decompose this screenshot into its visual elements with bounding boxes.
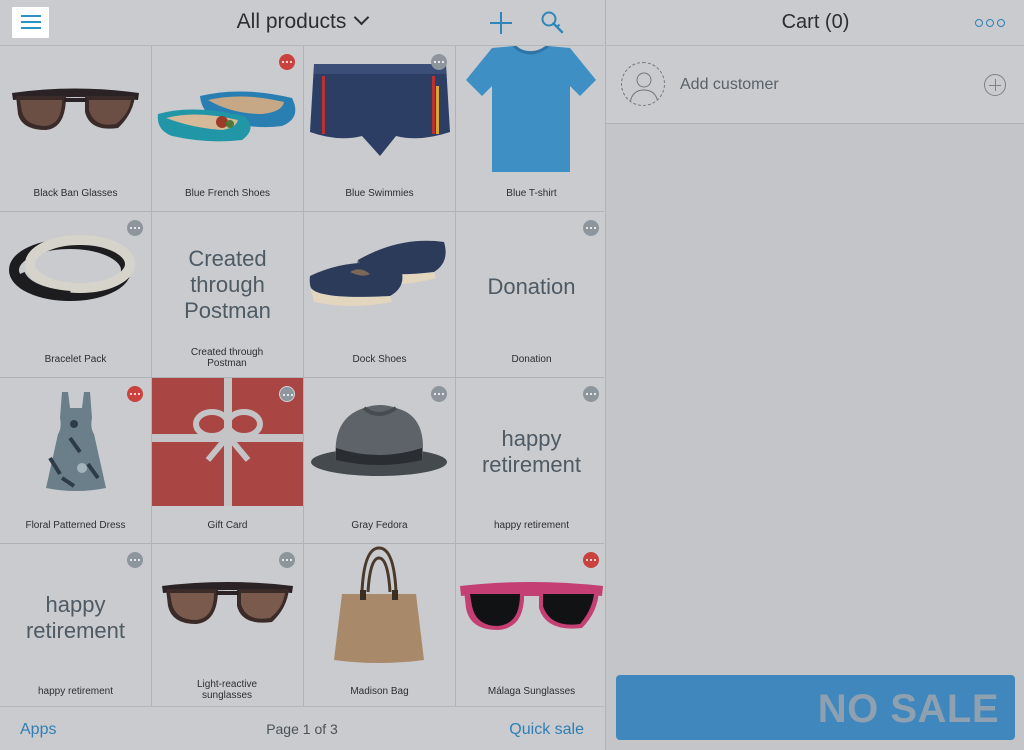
placeholder-text: Created through Postman bbox=[184, 246, 271, 323]
more-options-icon[interactable] bbox=[279, 552, 295, 568]
product-tile[interactable]: Dock Shoes bbox=[304, 212, 455, 377]
product-name: Gift Card bbox=[207, 520, 248, 531]
product-tile[interactable]: Bracelet Pack bbox=[0, 212, 151, 377]
product-tile[interactable]: Black Ban Glasses bbox=[0, 46, 151, 211]
more-options-icon[interactable] bbox=[127, 386, 143, 402]
more-options-icon[interactable] bbox=[583, 386, 599, 402]
more-options-icon[interactable] bbox=[127, 552, 143, 568]
more-options-icon[interactable] bbox=[583, 220, 599, 236]
products-footer: Apps Page 1 of 3 Quick sale bbox=[0, 706, 604, 750]
more-options-icon[interactable] bbox=[279, 54, 295, 70]
no-sale-label: NO SALE bbox=[817, 687, 999, 731]
product-name: Bracelet Pack bbox=[44, 354, 107, 365]
product-tile[interactable]: Created through Postman Created through … bbox=[152, 212, 303, 377]
product-tile[interactable]: Blue Swimmies bbox=[304, 46, 455, 211]
product-image bbox=[304, 544, 455, 672]
product-tile[interactable]: happy retirement happy retirement bbox=[456, 378, 607, 543]
add-customer-row[interactable]: Add customer bbox=[606, 46, 1024, 124]
placeholder-text: happy retirement bbox=[481, 426, 582, 477]
product-tile[interactable]: Blue French Shoes bbox=[152, 46, 303, 211]
more-options-icon[interactable] bbox=[583, 552, 599, 568]
chevron-down-icon bbox=[354, 9, 370, 26]
product-tile[interactable]: Gray Fedora bbox=[304, 378, 455, 543]
product-grid: Black Ban Glasses Blue French Shoes Blue… bbox=[0, 46, 607, 709]
product-name: Dock Shoes bbox=[352, 354, 407, 365]
product-image bbox=[0, 46, 151, 174]
placeholder-text: happy retirement bbox=[25, 592, 126, 643]
product-tile[interactable]: happy retirement happy retirement bbox=[0, 544, 151, 709]
more-options-icon[interactable] bbox=[431, 54, 447, 70]
product-name: Black Ban Glasses bbox=[33, 188, 118, 199]
product-pane: All products Black Ban Glasses Blue Fren… bbox=[0, 0, 607, 750]
product-name: happy retirement bbox=[493, 520, 570, 531]
product-name: Light-reactive sunglasses bbox=[196, 679, 258, 701]
product-image bbox=[456, 46, 607, 174]
product-tile[interactable]: Madison Bag bbox=[304, 544, 455, 709]
quick-sale-link[interactable]: Quick sale bbox=[509, 721, 584, 739]
product-name: Gray Fedora bbox=[351, 520, 408, 531]
product-name: Blue T-shirt bbox=[506, 188, 557, 199]
avatar-placeholder-icon bbox=[621, 62, 665, 106]
more-options-icon[interactable] bbox=[975, 17, 1005, 29]
product-name: happy retirement bbox=[37, 686, 114, 697]
product-name: Donation bbox=[511, 354, 552, 365]
product-tile[interactable]: Light-reactive sunglasses bbox=[152, 544, 303, 709]
product-name: Blue Swimmies bbox=[345, 188, 414, 199]
more-options-icon[interactable] bbox=[279, 386, 295, 402]
product-name: Madison Bag bbox=[350, 686, 409, 697]
plus-icon[interactable] bbox=[488, 10, 514, 36]
placeholder-text: Donation bbox=[487, 274, 576, 299]
more-options-icon[interactable] bbox=[431, 386, 447, 402]
product-tile[interactable]: Donation Donation bbox=[456, 212, 607, 377]
cart-pane: Cart (0) Add customer NO SALE bbox=[605, 0, 1024, 750]
product-name: Floral Patterned Dress bbox=[25, 520, 126, 531]
add-customer-label: Add customer bbox=[680, 76, 779, 93]
no-sale-button[interactable]: NO SALE bbox=[616, 675, 1015, 740]
cart-title: Cart (0) bbox=[781, 11, 850, 33]
product-tile[interactable]: Gift Card bbox=[152, 378, 303, 543]
product-name: Málaga Sunglasses bbox=[487, 686, 576, 697]
product-name: Blue French Shoes bbox=[184, 188, 271, 199]
search-icon[interactable] bbox=[540, 10, 566, 36]
add-circle-icon[interactable] bbox=[984, 74, 1006, 96]
products-topbar: All products bbox=[0, 0, 604, 46]
product-name: Created through Postman bbox=[190, 347, 264, 369]
cart-header: Cart (0) bbox=[606, 0, 1024, 46]
more-options-icon[interactable] bbox=[127, 220, 143, 236]
product-image bbox=[304, 212, 455, 340]
page-title: All products bbox=[236, 10, 347, 33]
product-tile[interactable]: Floral Patterned Dress bbox=[0, 378, 151, 543]
product-tile[interactable]: Málaga Sunglasses bbox=[456, 544, 607, 709]
product-tile[interactable]: Blue T-shirt bbox=[456, 46, 607, 211]
